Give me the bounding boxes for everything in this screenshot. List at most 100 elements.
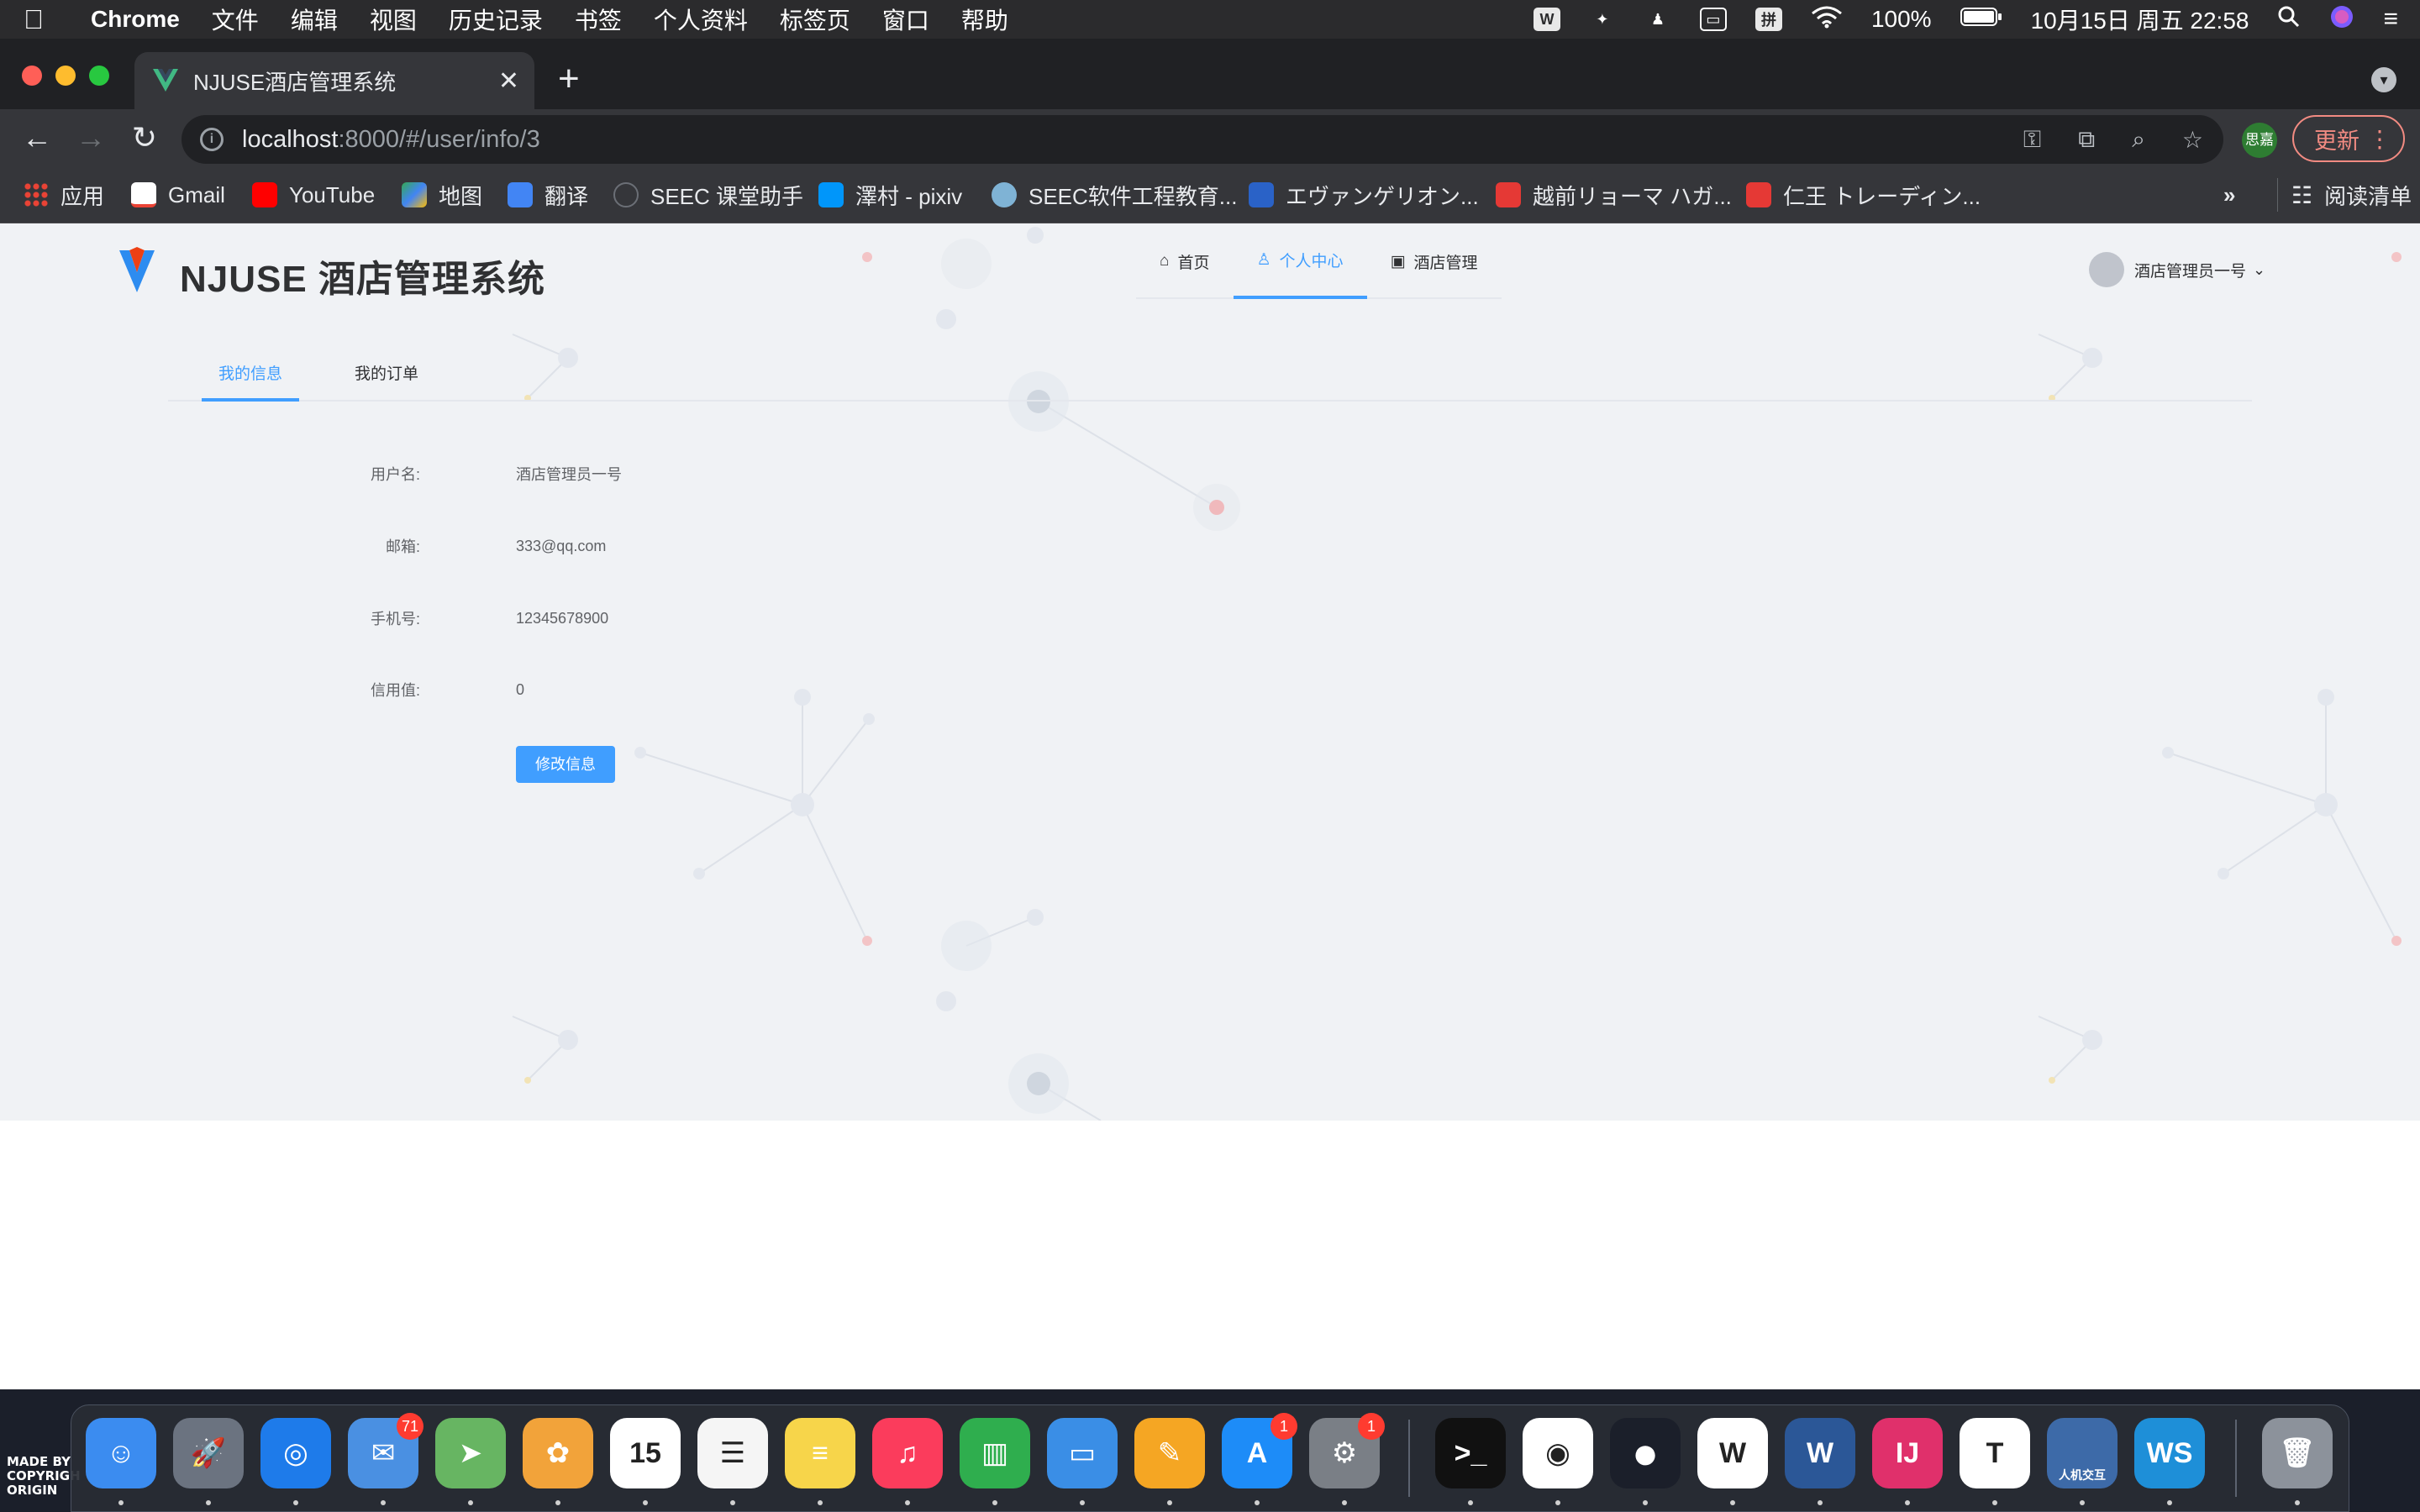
dock-launchpad-icon[interactable]: 🚀 [173, 1418, 244, 1488]
menu-help[interactable]: 帮助 [961, 3, 1008, 36]
reading-list-button[interactable]: ☷ 阅读清单 [2277, 178, 2412, 212]
translate-icon[interactable]: ⧉ [2078, 126, 2095, 154]
dock-terminal-icon[interactable]: >_ [1435, 1418, 1506, 1488]
bookmark-star-icon[interactable]: ☆ [2182, 126, 2203, 154]
bookmark-translate[interactable]: 翻译 [508, 178, 588, 212]
control-center-icon[interactable]: ≡ [2383, 5, 2398, 34]
siri-icon[interactable] [2329, 4, 2354, 35]
back-button[interactable]: ← [17, 118, 57, 158]
dock-app-store-icon[interactable]: A1 [1222, 1413, 1297, 1488]
macos-menu-bar:  Chrome 文件 编辑 视图 历史记录 书签 个人资料 标签页 窗口 帮助… [0, 0, 2420, 39]
page-viewport: NJUSE 酒店管理系统 ⌂ 首页 ♙ 个人中心 ▣ 酒店管理 酒店管理员一号 … [0, 223, 2420, 1121]
wps-tray-icon[interactable]: W [1533, 8, 1560, 31]
running-indicator [1555, 1500, 1560, 1505]
new-tab-button[interactable]: + [558, 59, 580, 99]
dock-human-computer-icon[interactable]: 人机交互 [2047, 1418, 2118, 1488]
browser-tab-active[interactable]: NJUSE酒店管理系统 ✕ [134, 52, 534, 109]
reload-button[interactable]: ↻ [124, 118, 165, 158]
dock-mail-icon[interactable]: ✉ 71 [348, 1413, 424, 1488]
tab-close-icon[interactable]: ✕ [498, 66, 519, 96]
dock-pages-icon[interactable]: ✎ [1134, 1418, 1205, 1488]
dock-wps-icon[interactable]: W [1697, 1418, 1768, 1488]
forward-button[interactable]: → [71, 118, 111, 158]
vue-favicon-icon [153, 69, 178, 92]
menubar-clock[interactable]: 10月15日 周五 22:58 [2031, 3, 2249, 36]
input-method-icon[interactable]: 拼 [1754, 8, 1782, 31]
field-value: 0 [516, 680, 525, 698]
chrome-menu-icon[interactable]: ⋮ [2368, 125, 2391, 153]
address-bar[interactable]: i localhost :8000/#/user/info/3 ⚿ ⧉ ⌕ ☆ [182, 115, 2223, 164]
dock-maps-icon[interactable]: ➤ [435, 1418, 506, 1488]
dock-trash-icon[interactable]: 🗑 [2262, 1418, 2333, 1488]
menu-view[interactable]: 视图 [370, 3, 417, 36]
nav-home[interactable]: ⌂ 首页 [1136, 223, 1234, 299]
dock-reminders-icon[interactable]: ☰ [697, 1418, 768, 1488]
bookmark-echizen[interactable]: 越前リョーマ ハガ... [1496, 178, 1732, 212]
battery-icon[interactable] [1960, 6, 2002, 33]
user-name: 酒店管理员一号 [2134, 262, 2247, 281]
menu-profiles[interactable]: 个人资料 [654, 3, 748, 36]
tab-my-info[interactable]: 我的信息 [202, 348, 300, 402]
profile-avatar[interactable]: 思嘉 [2242, 123, 2277, 158]
tab-search-icon[interactable]: ▾ [2371, 67, 2396, 92]
menu-history[interactable]: 历史记录 [449, 3, 543, 36]
bookmark-apps[interactable]: 应用 [24, 178, 104, 212]
bookmark-label: エヴァンゲリオン... [1286, 183, 1479, 209]
more-bookmarks-button[interactable]: » [2223, 178, 2235, 212]
dock-typora-icon[interactable]: T [1960, 1418, 2030, 1488]
user-dropdown[interactable]: 酒店管理员一号 ⌄ [2089, 252, 2265, 287]
apple-icon[interactable]:  [24, 4, 71, 35]
dock-webstorm-icon[interactable]: WS [2134, 1418, 2205, 1488]
dock-calendar-icon[interactable]: 15 [610, 1418, 681, 1488]
dock-intellij-icon[interactable]: IJ [1872, 1418, 1943, 1488]
dock-word-icon[interactable]: W [1785, 1418, 1855, 1488]
battery-percent: 100% [1870, 6, 1932, 32]
dock-numbers-icon[interactable]: ▥ [960, 1418, 1030, 1488]
site-info-icon[interactable]: i [200, 128, 224, 151]
bookmark-niou[interactable]: 仁王 トレーディン... [1746, 178, 1981, 212]
wifi-icon[interactable] [1811, 5, 1843, 34]
password-key-icon[interactable]: ⚿ [2023, 126, 2041, 154]
dock-notes-icon[interactable]: ≡ [785, 1418, 855, 1488]
hotel-icon: ▣ [1390, 252, 1406, 270]
app-menu-chrome[interactable]: Chrome [91, 6, 180, 33]
menu-tabs[interactable]: 标签页 [780, 3, 850, 36]
bookmark-evangelion[interactable]: エヴァンゲリオン... [1249, 178, 1479, 212]
dock-photos-icon[interactable]: ✿ [523, 1418, 593, 1488]
bookmark-gmail[interactable]: Gmail [131, 178, 225, 212]
field-credit: 信用值: 0 [311, 673, 524, 706]
kiwi-tray-icon[interactable]: ✦ [1589, 8, 1616, 31]
window-close-button[interactable] [22, 66, 42, 86]
gmail-icon [131, 182, 156, 207]
dock-chrome-icon[interactable]: ◉ [1523, 1418, 1593, 1488]
window-minimize-button[interactable] [55, 66, 76, 86]
menu-file[interactable]: 文件 [212, 3, 259, 36]
dock-system-preferences-icon[interactable]: ⚙ 1 [1309, 1413, 1385, 1488]
shop-favicon-icon [1746, 182, 1771, 207]
update-button[interactable]: 更新 ⋮ [2292, 115, 2405, 162]
edit-info-button[interactable]: 修改信息 [516, 746, 615, 783]
menu-edit[interactable]: 编辑 [291, 3, 338, 36]
menu-window[interactable]: 窗口 [882, 3, 929, 36]
bookmark-seec-education[interactable]: SEEC软件工程教育... [992, 178, 1237, 212]
bookmark-youtube[interactable]: YouTube [252, 178, 375, 212]
zoom-icon[interactable]: ⌕ [2132, 126, 2145, 154]
nav-hotel-management[interactable]: ▣ 酒店管理 [1367, 223, 1502, 299]
bookmark-pixiv[interactable]: 澤村 - pixiv [818, 178, 962, 212]
dock-keynote-icon[interactable]: ▭ [1047, 1418, 1118, 1488]
bookmark-maps[interactable]: 地图 [402, 178, 482, 212]
nav-personal-center[interactable]: ♙ 个人中心 [1233, 223, 1367, 299]
bookmark-seec-assistant[interactable]: SEEC 课堂助手 [613, 178, 803, 212]
spotlight-search-icon[interactable] [2277, 5, 2301, 34]
dock-safari-icon[interactable]: ◎ [260, 1418, 331, 1488]
bookmark-label: SEEC 课堂助手 [650, 183, 804, 209]
field-value: 12345678900 [516, 609, 609, 627]
dock-music-icon[interactable]: ♫ [872, 1418, 943, 1488]
tab-my-orders[interactable]: 我的订单 [338, 348, 435, 402]
dock-finder-icon[interactable]: ☺ [86, 1418, 156, 1488]
display-tray-icon[interactable]: ▭ [1699, 8, 1727, 31]
menu-bookmarks[interactable]: 书签 [575, 3, 622, 36]
window-zoom-button[interactable] [89, 66, 109, 86]
dock-qq-icon[interactable]: ● [1610, 1418, 1681, 1488]
qq-tray-icon[interactable]: ♟ [1644, 8, 1671, 31]
